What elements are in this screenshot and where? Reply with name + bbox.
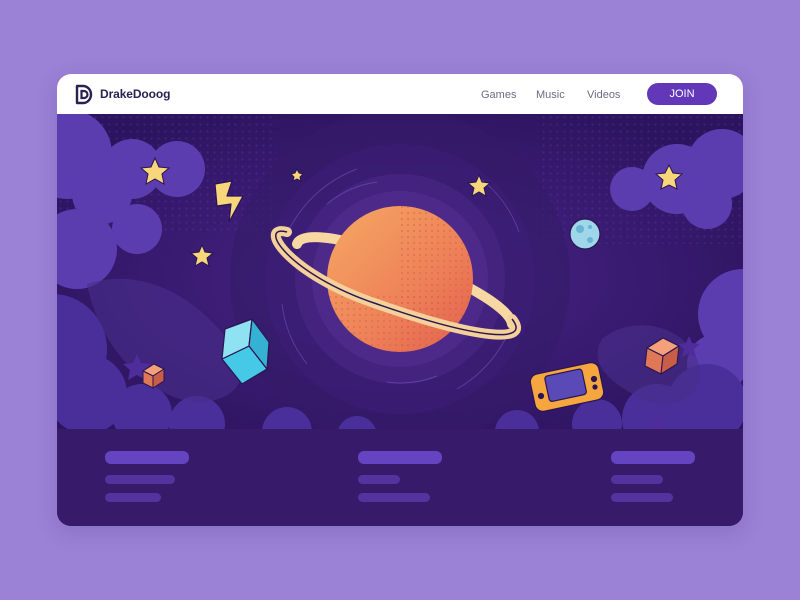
nav-link-music[interactable]: Music [536,89,565,101]
footer-column-1-line [105,475,175,484]
footer-column-1-title [105,451,189,464]
brand-name[interactable]: DrakeDooog [100,87,170,101]
hero-illustration [57,114,743,429]
footer-panel [57,429,743,526]
footer-column-2-title [358,451,442,464]
moon-icon [569,218,601,250]
footer-column-3-line [611,493,673,502]
join-button[interactable]: JOIN [647,83,717,105]
nav-link-videos[interactable]: Videos [587,89,620,101]
website-window: DrakeDooog Games Music Videos JOIN [57,74,743,526]
nav-link-games[interactable]: Games [481,89,516,101]
footer-column-1-line [105,493,161,502]
logo-icon[interactable] [74,84,94,105]
footer-column-2-line [358,493,430,502]
footer-column-2-line [358,475,400,484]
top-navbar: DrakeDooog Games Music Videos JOIN [57,74,743,114]
footer-column-3-line [611,475,663,484]
footer-column-3-title [611,451,695,464]
